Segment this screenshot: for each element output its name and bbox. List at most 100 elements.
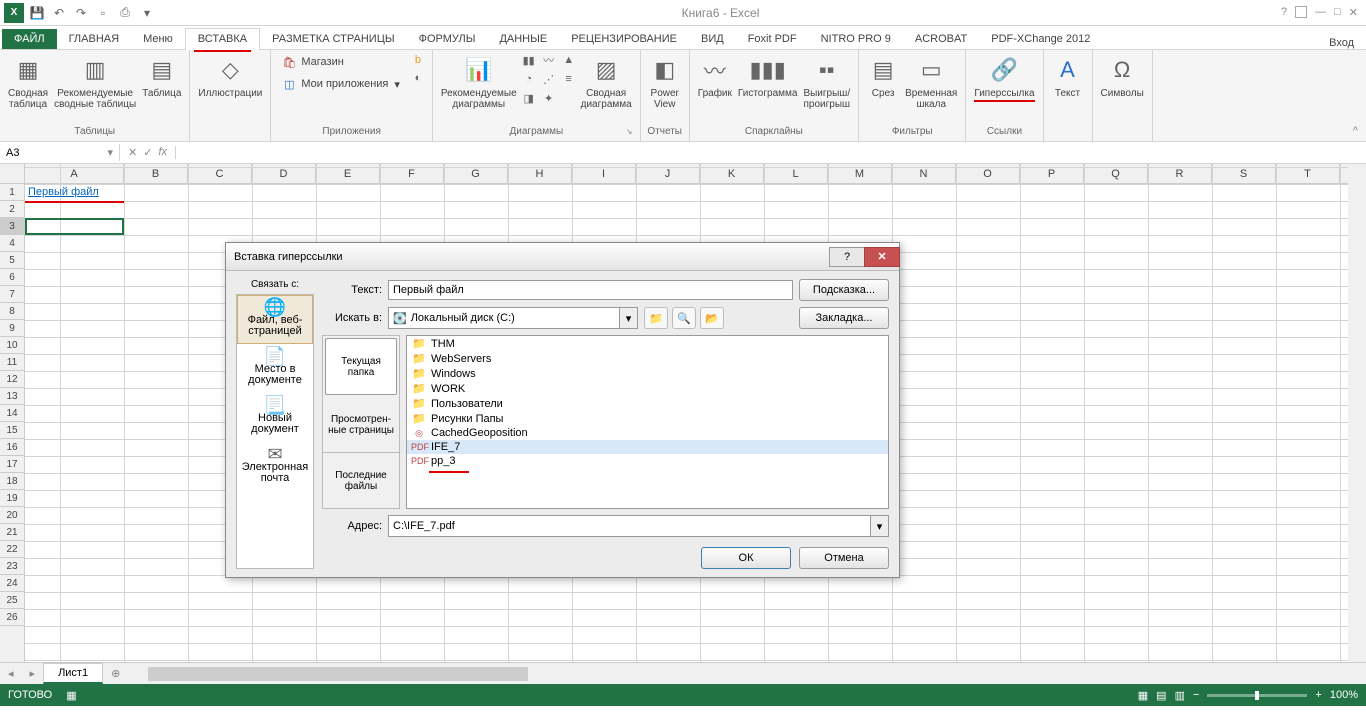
pivot-table-button[interactable]: ▦Сводная таблица [6,52,50,112]
charts-launcher-icon[interactable]: ↘ [626,127,638,139]
row-header[interactable]: 15 [0,422,24,439]
tab-current-folder[interactable]: Текущая папка [325,338,397,395]
illustrations-button[interactable]: ◇Иллюстрации [196,52,264,101]
file-item[interactable]: 📁Windows [407,366,888,381]
row-header[interactable]: 16 [0,439,24,456]
row-header[interactable]: 10 [0,337,24,354]
name-box[interactable]: ▾ [0,144,120,161]
row-header[interactable]: 13 [0,388,24,405]
row-header[interactable]: 19 [0,490,24,507]
row-header[interactable]: 7 [0,286,24,303]
tab-view[interactable]: ВИД [689,29,736,49]
link-to-place[interactable]: 📄Место в документе [237,344,313,393]
close-icon[interactable]: ✕ [1349,6,1358,19]
tab-recent-files[interactable]: Последние файлы [323,453,399,508]
sheet-nav-next-icon[interactable]: ▸ [22,667,44,680]
minimize-icon[interactable]: — [1315,6,1326,19]
enter-formula-icon[interactable]: ✓ [143,146,152,159]
row-header[interactable]: 9 [0,320,24,337]
tab-browsed-pages[interactable]: Просмотрен- ные страницы [323,397,399,453]
tab-foxit[interactable]: Foxit PDF [736,29,809,49]
slicer-button[interactable]: ▤Срез [865,52,901,101]
people-icon[interactable]: ◐ [410,70,426,86]
bar-chart-icon[interactable]: ▮▮ [521,52,537,68]
tab-page-layout[interactable]: РАЗМЕТКА СТРАНИЦЫ [260,29,406,49]
tab-insert[interactable]: ВСТАВКА [185,28,260,50]
tab-data[interactable]: ДАННЫЕ [487,29,559,49]
file-item[interactable]: 📁WebServers [407,351,888,366]
file-list[interactable]: 📁THM📁WebServers📁Windows📁WORK📁Пользовател… [406,335,889,509]
symbols-button[interactable]: ΩСимволы [1099,52,1146,101]
link-to-file[interactable]: 🌐Файл, веб- страницей [237,295,313,344]
add-sheet-icon[interactable]: ⊕ [103,664,128,683]
link-to-new[interactable]: 📃Новый документ [237,393,313,442]
table-button[interactable]: ▤Таблица [140,52,183,101]
sheet-nav-prev-icon[interactable]: ◂ [0,667,22,680]
macro-icon[interactable]: ▦ [66,689,76,702]
cell-a1[interactable]: Первый файл [25,184,124,201]
undo-icon[interactable]: ↶ [50,4,68,22]
link-to-email[interactable]: ✉Электронная почта [237,442,313,491]
combo-chart-icon[interactable]: ◨ [521,90,537,106]
view-layout-icon[interactable]: ▤ [1156,689,1166,702]
stock-chart-icon[interactable]: ≡ [561,71,577,87]
ribbon-options-icon[interactable] [1295,6,1307,18]
my-apps-button[interactable]: ◫Мои приложения▾ [277,74,404,94]
tab-home[interactable]: ГЛАВНАЯ [57,29,131,49]
bookmark-button[interactable]: Закладка... [799,307,889,329]
print-icon[interactable]: ⎙ [116,4,134,22]
row-header[interactable]: 1 [0,184,24,201]
cancel-button[interactable]: Отмена [799,547,889,569]
row-header[interactable]: 12 [0,371,24,388]
file-item[interactable]: PDFpp_3 [407,454,888,468]
tab-acrobat[interactable]: ACROBAT [903,29,979,49]
horizontal-scrollbar[interactable] [148,667,1346,681]
file-item[interactable]: ◎CachedGeoposition [407,426,888,440]
text-button[interactable]: AТекст [1050,52,1086,101]
formula-input[interactable] [176,151,1366,155]
tab-review[interactable]: РЕЦЕНЗИРОВАНИЕ [559,29,689,49]
row-header[interactable]: 23 [0,558,24,575]
recommended-charts-button[interactable]: 📊Рекомендуемые диаграммы [439,52,519,112]
tab-formulas[interactable]: ФОРМУЛЫ [407,29,488,49]
login-link[interactable]: Вход [1329,37,1366,49]
row-header[interactable]: 6 [0,269,24,286]
store-button[interactable]: 🛍Магазин [277,52,404,72]
new-icon[interactable]: ▫ [94,4,112,22]
row-header[interactable]: 3 [0,218,24,235]
bing-icon[interactable]: b [410,52,426,68]
zoom-level[interactable]: 100% [1330,689,1358,701]
text-input[interactable] [388,280,793,300]
file-item[interactable]: 📁THM [407,336,888,351]
area-chart-icon[interactable]: ▲ [561,52,577,68]
row-header[interactable]: 26 [0,609,24,626]
row-header[interactable]: 5 [0,252,24,269]
row-header[interactable]: 17 [0,456,24,473]
zoom-out-icon[interactable]: − [1193,689,1199,701]
hyperlink-button[interactable]: 🔗Гиперссылка [972,52,1036,104]
row-header[interactable]: 8 [0,303,24,320]
file-item[interactable]: PDFIFE_7 [407,440,888,454]
view-break-icon[interactable]: ▥ [1175,689,1185,702]
row-header[interactable]: 2 [0,201,24,218]
recommended-pivot-button[interactable]: ▥Рекомендуемые сводные таблицы [52,52,138,112]
dialog-close-icon[interactable]: ✕ [864,247,900,267]
maximize-icon[interactable]: □ [1334,6,1341,19]
scatter-chart-icon[interactable]: ⋰ [541,71,557,87]
lookin-combo[interactable]: 💽Локальный диск (C:)▾ [388,307,638,329]
qat-dropdown-icon[interactable]: ▾ [138,4,156,22]
sparkline-column-button[interactable]: ▮▮▮Гистограмма [736,52,800,101]
row-header[interactable]: 20 [0,507,24,524]
row-header[interactable]: 25 [0,592,24,609]
collapse-ribbon-icon[interactable]: ^ [1345,121,1366,141]
radar-chart-icon[interactable]: ✦ [541,90,557,106]
row-header[interactable]: 24 [0,575,24,592]
dialog-titlebar[interactable]: Вставка гиперссылки ? ✕ [226,243,899,271]
row-header[interactable]: 22 [0,541,24,558]
sheet-tab[interactable]: Лист1 [43,663,103,684]
row-header[interactable]: 21 [0,524,24,541]
tab-file[interactable]: ФАЙЛ [2,29,57,49]
zoom-slider[interactable] [1207,694,1307,697]
dialog-help-icon[interactable]: ? [829,247,865,267]
view-normal-icon[interactable]: ▦ [1138,689,1148,702]
